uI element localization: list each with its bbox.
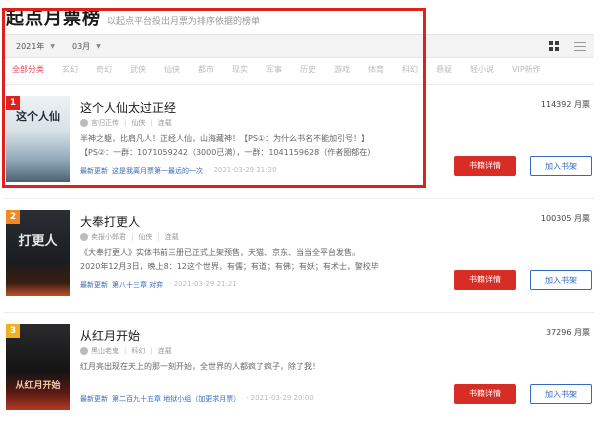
cover-title: 打更人 xyxy=(18,234,58,249)
category-tab[interactable]: 玄幻 xyxy=(62,64,78,75)
author-icon xyxy=(80,347,88,355)
book-meta: 卖报小郎君 | 仙侠 | 连载 xyxy=(80,232,179,242)
category-tab[interactable]: 仙侠 xyxy=(164,64,180,75)
cover-title: 从红月开始 xyxy=(15,381,61,391)
year-select[interactable]: 2021年 ▼ xyxy=(16,41,55,52)
book-status: 连载 xyxy=(157,347,172,355)
category-tab[interactable]: 军事 xyxy=(266,64,282,75)
chevron-down-icon: ▼ xyxy=(96,43,101,50)
latest-update: 最新更新 第二百九十五章 地狱小组（加更求月票） · 2021-03-29 20… xyxy=(80,394,314,404)
grid-view-icon[interactable] xyxy=(549,41,561,51)
rank-badge: 2 xyxy=(6,210,20,224)
book-meta: 黑山老鬼 | 科幻 | 连载 xyxy=(80,346,172,356)
month-select[interactable]: 03月 ▼ xyxy=(72,41,101,52)
update-time: · 2021-03-29 21:21 xyxy=(169,280,237,288)
filter-bar: 2021年 ▼ 03月 ▼ xyxy=(4,34,594,58)
category-tab[interactable]: VIP新作 xyxy=(512,64,541,75)
book-title[interactable]: 大奉打更人 xyxy=(80,213,140,230)
add-to-shelf-button[interactable]: 加入书架 xyxy=(530,384,592,404)
latest-update: 最新更新 这是我离月票第一最远的一次 · 2021-03-29 21:20 xyxy=(80,166,277,176)
update-label[interactable]: 最新更新 xyxy=(80,166,108,176)
update-chapter[interactable]: 这是我离月票第一最远的一次 xyxy=(112,166,203,176)
author-icon xyxy=(80,119,88,127)
divider xyxy=(4,84,594,85)
divider xyxy=(4,198,594,199)
update-time: · 2021-03-29 20:00 xyxy=(246,394,314,402)
book-status: 连载 xyxy=(157,119,172,127)
page-title: 起点月票榜 xyxy=(6,8,101,29)
book-status: 连载 xyxy=(164,233,179,241)
update-chapter[interactable]: 第八十三章 对弈 xyxy=(112,280,163,290)
book-description: 半神之躯，比肩凡人！正经人仙，山海藏神！【PS①：为什么书名不能加引号！】【PS… xyxy=(80,134,376,157)
update-label[interactable]: 最新更新 xyxy=(80,280,108,290)
category-tab[interactable]: 游戏 xyxy=(334,64,350,75)
category-tabs: 全部分类 玄幻 奇幻 武侠 仙侠 都市 现实 军事 历史 游戏 体育 科幻 悬疑… xyxy=(12,64,559,75)
book-title[interactable]: 这个人仙太过正经 xyxy=(80,99,176,116)
add-to-shelf-button[interactable]: 加入书架 xyxy=(530,156,592,176)
category-tab[interactable]: 奇幻 xyxy=(96,64,112,75)
rank-badge: 1 xyxy=(6,96,20,110)
category-tab[interactable]: 悬疑 xyxy=(436,64,452,75)
year-select-value: 2021年 xyxy=(16,42,45,51)
category-tab[interactable]: 武侠 xyxy=(130,64,146,75)
book-description: 《大奉打更人》实体书前三册已正式上架预售，天猫、京东、当当全平台发售。2020年… xyxy=(80,248,379,271)
book-author[interactable]: 言归正传 xyxy=(91,118,119,128)
book-detail-button[interactable]: 书籍详情 xyxy=(454,384,516,404)
page-header: 起点月票榜 以起点平台投出月票为排序依据的榜单 xyxy=(6,4,260,30)
update-time: · 2021-03-29 21:20 xyxy=(209,166,277,174)
cover-title: 这个人仙 xyxy=(16,110,60,123)
add-to-shelf-button[interactable]: 加入书架 xyxy=(530,270,592,290)
update-chapter[interactable]: 第二百九十五章 地狱小组（加更求月票） xyxy=(112,394,240,404)
month-select-value: 03月 xyxy=(72,42,91,51)
category-tab[interactable]: 历史 xyxy=(300,64,316,75)
monthly-votes: 114392 月票 xyxy=(540,100,590,109)
list-view-icon[interactable] xyxy=(574,41,586,51)
book-item: 打更人 2 大奉打更人 卖报小郎君 | 仙侠 | 连载 《大奉打更人》实体书前三… xyxy=(0,210,600,328)
chevron-down-icon: ▼ xyxy=(50,43,55,50)
latest-update: 最新更新 第八十三章 对弈 · 2021-03-29 21:21 xyxy=(80,280,237,290)
book-author[interactable]: 黑山老鬼 xyxy=(91,346,119,356)
book-item: 这个人仙 1 这个人仙太过正经 言归正传 | 仙侠 | 连载 半神之躯，比肩凡人… xyxy=(0,96,600,214)
monthly-votes: 100305 月票 xyxy=(540,214,590,223)
book-genre[interactable]: 科幻 xyxy=(131,346,145,356)
category-tab[interactable]: 现实 xyxy=(232,64,248,75)
divider xyxy=(4,312,594,313)
book-genre[interactable]: 仙侠 xyxy=(131,118,145,128)
page-subtitle: 以起点平台投出月票为排序依据的榜单 xyxy=(107,17,261,27)
monthly-votes: 37296 月票 xyxy=(546,328,590,337)
book-description: 红月亮出现在天上的那一刻开始，全世界的人都疯了疯子，除了我！ xyxy=(80,362,320,371)
rank-badge: 3 xyxy=(6,324,20,338)
update-label[interactable]: 最新更新 xyxy=(80,394,108,404)
book-author[interactable]: 卖报小郎君 xyxy=(91,232,126,242)
book-item: 从红月开始 3 从红月开始 黑山老鬼 | 科幻 | 连载 红月亮出现在天上的那一… xyxy=(0,324,600,432)
category-tab[interactable]: 都市 xyxy=(198,64,214,75)
book-detail-button[interactable]: 书籍详情 xyxy=(454,270,516,290)
category-tab[interactable]: 科幻 xyxy=(402,64,418,75)
category-tab[interactable]: 体育 xyxy=(368,64,384,75)
book-meta: 言归正传 | 仙侠 | 连载 xyxy=(80,118,172,128)
book-detail-button[interactable]: 书籍详情 xyxy=(454,156,516,176)
book-genre[interactable]: 仙侠 xyxy=(138,232,152,242)
author-icon xyxy=(80,233,88,241)
category-tab[interactable]: 全部分类 xyxy=(12,64,44,75)
book-title[interactable]: 从红月开始 xyxy=(80,327,140,344)
category-tab[interactable]: 轻小说 xyxy=(470,64,494,75)
